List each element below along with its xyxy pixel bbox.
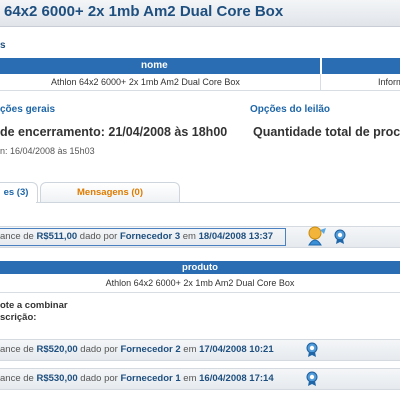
bid-row[interactable]: ance de R$520,00 dado por Fornecedor 2 e… (0, 339, 400, 361)
medal-icon[interactable] (305, 371, 319, 387)
medal-icon[interactable] (305, 342, 319, 358)
column-header-nome: nome (141, 60, 168, 71)
auction-options-title: Opções do leilão (250, 104, 331, 115)
start-date: n: 16/04/2008 às 15h03 (0, 146, 95, 156)
bid-row[interactable]: ance de R$511,00 dado por Fornecedor 3 e… (0, 226, 400, 248)
bid-supplier: Fornecedor 3 (119, 231, 181, 242)
info-cell: Inform (378, 77, 400, 87)
description-label: scrição: (0, 312, 37, 323)
general-options-title: ções gerais (0, 104, 56, 115)
product-row: Athlon 64x2 6000+ 2x 1mb Am2 Dual Core B… (0, 274, 400, 293)
tab-messages-label: Mensagens (0) (77, 187, 143, 198)
bid-date: 18/04/2008 13:37 (198, 231, 274, 242)
bid-text: ance de R$511,00 dado por Fornecedor 3 e… (0, 231, 274, 242)
tab-bids-label: es (3) (3, 187, 29, 198)
table-header: nome (0, 58, 400, 74)
bid-supplier: Fornecedor 2 (120, 344, 181, 355)
tab-divider (36, 202, 400, 203)
product-header: produto (0, 261, 400, 274)
bid-text: ance de R$520,00 dado por Fornecedor 2 e… (0, 344, 274, 355)
bid-date: 16/04/2008 17:14 (199, 373, 274, 384)
bid-value: R$511,00 (36, 231, 78, 242)
bid-supplier: Fornecedor 1 (120, 373, 181, 384)
closing-date: de encerramento: 21/04/2008 às 18h00 (0, 125, 228, 139)
bid-row[interactable]: ance de R$530,00 dado por Fornecedor 1 e… (0, 368, 400, 390)
column-separator (320, 74, 321, 90)
bid-date: 17/04/2008 10:21 (199, 344, 274, 355)
column-separator (320, 58, 322, 74)
page-title: 64x2 6000+ 2x 1mb Am2 Dual Core Box (4, 3, 284, 20)
tab-bids[interactable]: es (3) (0, 182, 38, 203)
medal-icon[interactable] (333, 229, 347, 245)
bid-text: ance de R$530,00 dado por Fornecedor 1 e… (0, 373, 274, 384)
title-bar: 64x2 6000+ 2x 1mb Am2 Dual Core Box (0, 0, 400, 27)
tab-messages[interactable]: Mensagens (0) (40, 182, 180, 203)
bid-value: R$530,00 (36, 373, 78, 384)
freight-label: ote a combinar (0, 300, 68, 311)
total-quantity: Quantidade total de proc (253, 125, 400, 139)
bid-value: R$520,00 (36, 344, 78, 355)
table-row: Athlon 64x2 6000+ 2x 1mb Am2 Dual Core B… (0, 74, 400, 91)
person-icon[interactable] (305, 225, 329, 247)
section-label: s (0, 40, 6, 51)
product-name-cell: Athlon 64x2 6000+ 2x 1mb Am2 Dual Core B… (51, 77, 240, 87)
